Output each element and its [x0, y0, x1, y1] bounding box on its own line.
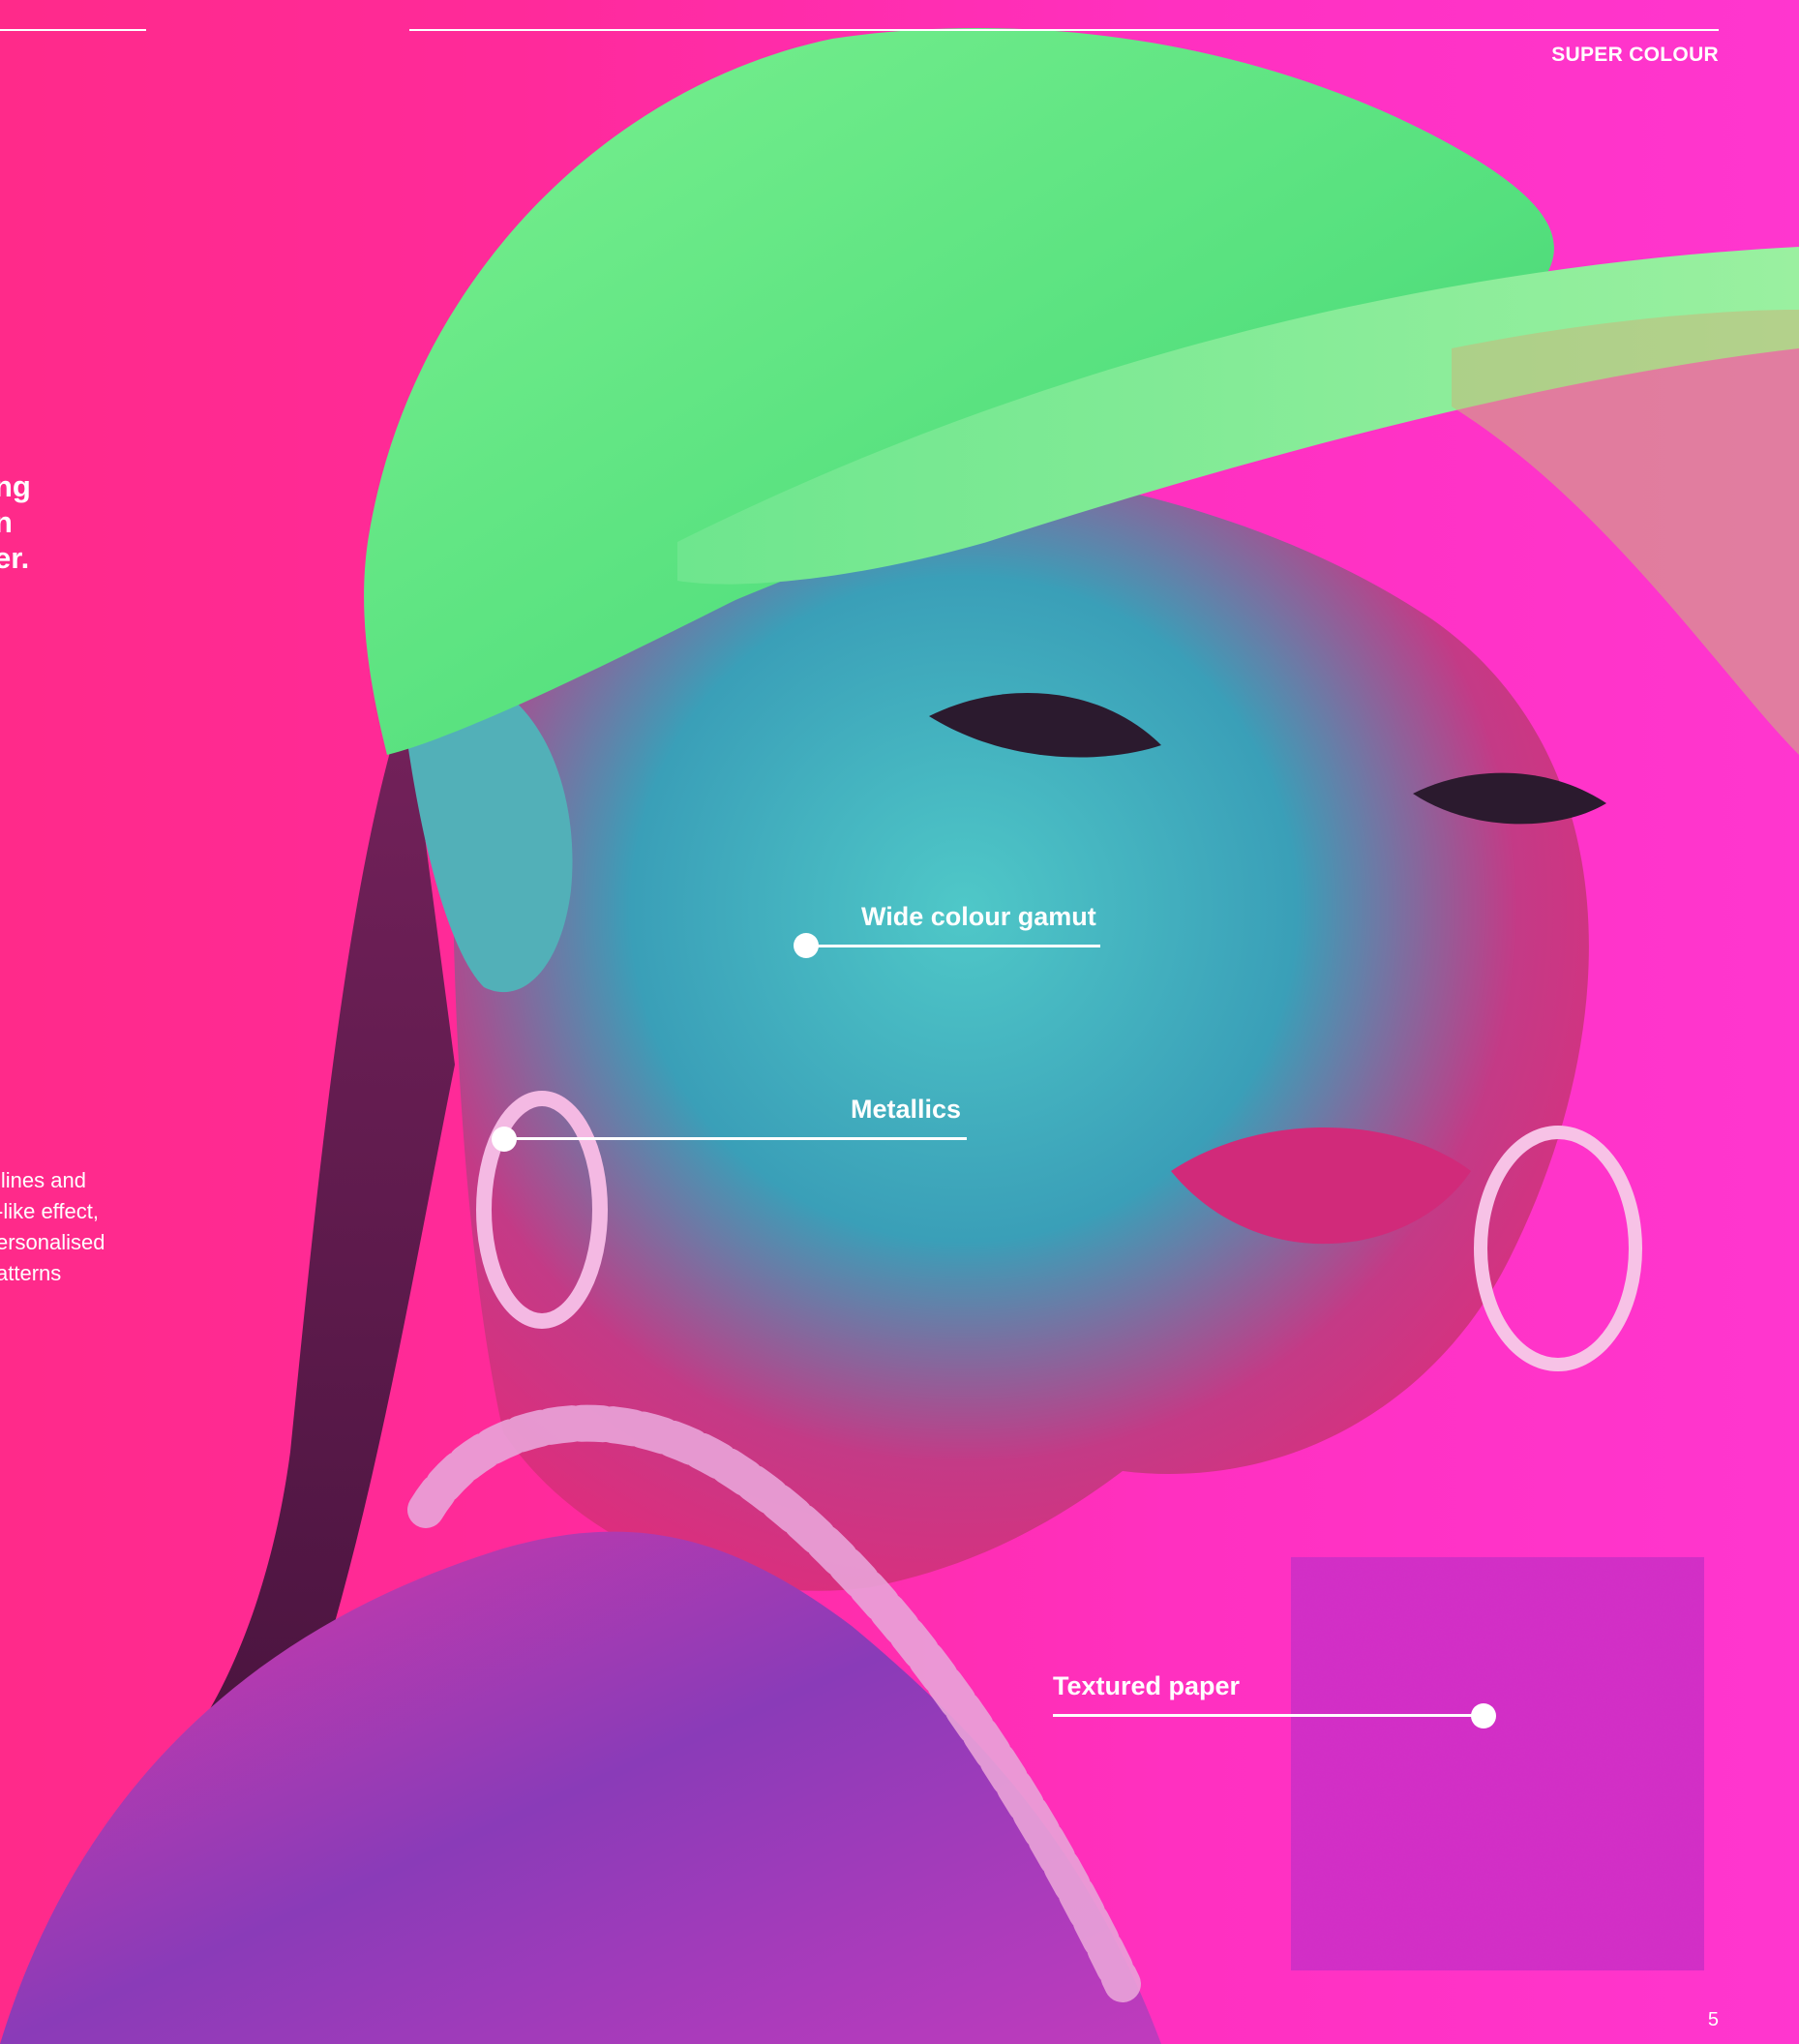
facing-page-body-line: llines and	[0, 1168, 86, 1192]
callout-wide-gamut-dot	[794, 933, 819, 958]
running-head: SUPER COLOUR	[1551, 44, 1719, 66]
facing-page-body-line: atterns	[0, 1261, 62, 1285]
page-number: 5	[1707, 2009, 1719, 2030]
facing-page-heading: ng n er.	[0, 468, 31, 576]
header-rule-right	[409, 29, 1719, 31]
facing-page-heading-line: er.	[0, 541, 30, 575]
callout-textured-paper-dot	[1471, 1703, 1496, 1728]
facing-page-body: llines and -like effect, ersonalised att…	[0, 1165, 105, 1289]
header-rule-left	[0, 29, 146, 31]
facing-page-heading-line: ng	[0, 469, 31, 503]
callout-metallics-label: Metallics	[851, 1095, 962, 1124]
callout-textured-paper-label: Textured paper	[1053, 1671, 1241, 1700]
callout-wide-gamut-label: Wide colour gamut	[861, 902, 1096, 931]
shirt-shape	[0, 1531, 1161, 2044]
facing-page-heading-line: n	[0, 505, 13, 539]
callout-metallics-line	[504, 1137, 967, 1140]
textured-paper-swatch	[1291, 1557, 1704, 1970]
callout-metallics-dot	[492, 1127, 517, 1152]
facing-page-body-line: ersonalised	[0, 1230, 105, 1254]
magazine-page: SUPER COLOUR ng n er. llines and -like e…	[0, 0, 1799, 2044]
callout-textured-paper-line	[1053, 1714, 1484, 1717]
callout-wide-gamut-line	[806, 945, 1100, 947]
facing-page-body-line: -like effect,	[0, 1199, 99, 1223]
